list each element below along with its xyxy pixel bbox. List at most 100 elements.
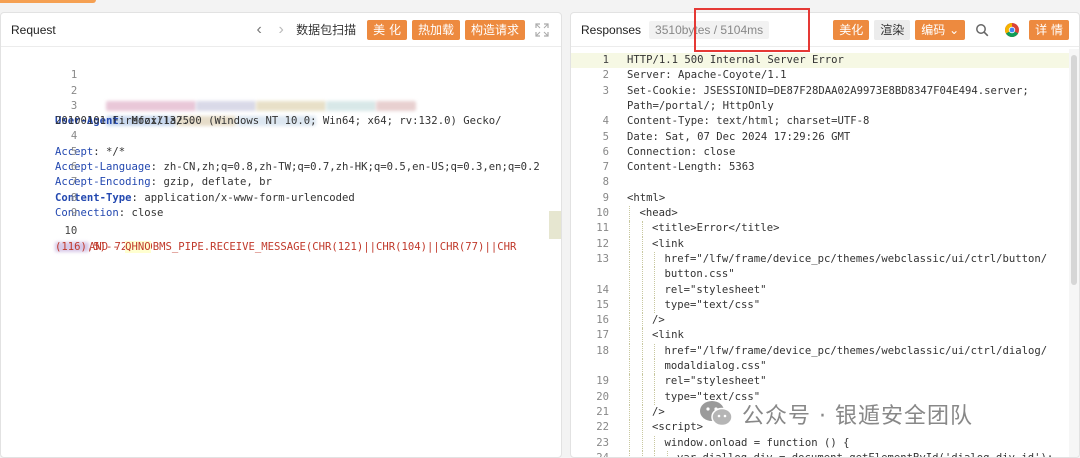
scrollbar-thumb[interactable] <box>1071 55 1077 285</box>
search-icon[interactable] <box>973 21 991 39</box>
response-line: modaldialog.css" <box>571 359 1079 375</box>
request-title: Request <box>11 22 56 37</box>
indent-guide <box>629 389 630 405</box>
line-number: 18 <box>596 344 609 357</box>
indent-guide <box>629 343 630 359</box>
response-text: href="/lfw/frame/device_pc/themes/webcla… <box>664 344 1048 357</box>
chrome-icon[interactable] <box>1003 21 1021 39</box>
render-button[interactable]: 渲染 <box>874 19 911 40</box>
request-line: 8 Connection: close <box>1 175 561 219</box>
indent-guide <box>641 389 643 405</box>
line-number: 22 <box>596 421 609 434</box>
response-text: HTTP/1.1 500 Internal Server Error <box>627 54 844 66</box>
response-header: Responses 3510bytes / 5104ms 美化 渲染 编码 ⌄ … <box>571 13 1079 47</box>
indent-guide <box>641 328 643 344</box>
line-number: 9 <box>602 191 609 204</box>
response-text: Server: Apache-Coyote/1.1 <box>627 69 787 82</box>
response-line: 5 Date: Sat, 07 Dec 2024 17:29:26 GMT <box>571 130 1079 145</box>
encoding-dropdown[interactable]: 编码 ⌄ <box>915 19 966 40</box>
response-line: 24 var diallog_div = document.getElementB… <box>571 450 1079 458</box>
line-number: 6 <box>602 145 609 158</box>
response-line: 3 Set-Cookie: JSESSIONID=DE87F28DAA02A997… <box>571 84 1079 99</box>
line-number: 12 <box>596 237 609 250</box>
indent-guide <box>654 374 655 390</box>
line-number: 3 <box>602 84 609 97</box>
indent-guide <box>641 297 643 314</box>
response-text: <link <box>652 329 684 342</box>
request-beautify-button[interactable]: 美 化 <box>367 19 407 40</box>
indent-guide <box>641 313 643 329</box>
indent-guide <box>654 450 655 457</box>
line-number: 17 <box>596 329 609 342</box>
line-number: 24 <box>596 451 609 458</box>
response-line: 1 HTTP/1.1 500 Internal Server Error <box>571 53 1079 69</box>
response-text: modaldialog.css" <box>664 360 767 372</box>
indent-guide <box>629 450 630 457</box>
hot-load-button[interactable]: 热加载 <box>411 19 460 40</box>
response-line: 10 <head> <box>571 206 1079 222</box>
response-line: 7 Content-Length: 5363 <box>571 160 1079 175</box>
response-line: 18 href="/lfw/frame/device_pc/themes/webc… <box>571 343 1079 359</box>
response-line: 8 <box>571 175 1079 190</box>
line-number: 2 <box>602 69 609 82</box>
response-text: button.css" <box>664 268 735 281</box>
indent-guide <box>629 359 630 375</box>
response-scrollbar[interactable] <box>1069 49 1079 457</box>
response-text: Connection: close <box>627 145 736 158</box>
line-number: 23 <box>596 436 609 449</box>
indent-guide <box>641 267 643 283</box>
request-line: 2 <box>1 68 561 127</box>
response-text: /> <box>652 314 665 327</box>
indent-guide <box>654 282 655 298</box>
indent-guide <box>654 251 655 268</box>
response-text: Date: Sat, 07 Dec 2024 17:29:26 GMT <box>627 130 851 143</box>
request-editor[interactable]: 1 2 3 User-Agent: Mozilla/5.0 (Windows N… <box>1 49 561 457</box>
request-line: 1 <box>1 53 561 111</box>
indent-guide <box>641 420 643 436</box>
request-line: 10 AND 7267=DBMS_PIPE.RECEIVE_MESSAGE(CH… <box>1 209 561 253</box>
response-editor[interactable]: 1 HTTP/1.1 500 Internal Server Error 2 Serv… <box>571 49 1079 457</box>
response-text: <head> <box>639 207 678 219</box>
expand-icon[interactable] <box>535 22 551 37</box>
request-line: 3 User-Agent: Mozilla/5.0 (Windows NT 10… <box>1 84 561 127</box>
request-line: 7 Content-Type: application/x-www-form-u… <box>1 160 561 203</box>
line-number: 5 <box>602 130 609 143</box>
indent-guide <box>641 404 643 421</box>
editor-scroll-marker <box>549 211 561 239</box>
indent-guide <box>641 282 643 298</box>
line-number: 16 <box>596 314 609 327</box>
line-number: 13 <box>596 252 609 265</box>
request-line: 4 Accept: */* <box>1 114 561 157</box>
response-text: /> <box>652 405 665 418</box>
indent-guide <box>654 267 655 283</box>
request-line: 6 Accept-Encoding: gzip, deflate, br <box>1 145 561 188</box>
response-line: 19 rel="stylesheet" <box>571 374 1079 390</box>
indent-guide <box>629 267 630 283</box>
line-number: 14 <box>596 283 609 296</box>
response-line: Path=/portal/; HttpOnly <box>571 99 1079 114</box>
response-text: Content-Type: text/html; charset=UTF-8 <box>627 115 870 128</box>
indent-guide <box>629 420 630 436</box>
response-text: Set-Cookie: JSESSIONID=DE87F28DAA02A9973… <box>627 84 1029 97</box>
payload-marker: QHNO <box>125 240 151 253</box>
back-arrow-icon[interactable]: ‹ <box>248 21 270 38</box>
response-title: Responses <box>581 22 642 37</box>
details-button[interactable]: 详 情 <box>1029 19 1069 40</box>
construct-request-button[interactable]: 构造请求 <box>464 19 525 40</box>
indent-guide <box>641 450 643 457</box>
indent-guide <box>654 297 655 314</box>
line-number: 1 <box>602 54 609 66</box>
indent-guide <box>629 313 630 329</box>
packet-scan-button[interactable]: 数据包扫描 <box>296 21 356 38</box>
request-line: 20100101 Firefox/132.0 <box>1 99 561 127</box>
response-beautify-button[interactable]: 美化 <box>833 19 870 40</box>
request-line: 5 Accept-Language: zh-CN,zh;q=0.8,zh-TW;… <box>1 130 561 173</box>
response-line: 9 <html> <box>571 191 1079 206</box>
indent-guide <box>629 221 630 237</box>
indent-guide <box>629 404 630 421</box>
response-text: Content-Length: 5363 <box>627 161 755 174</box>
request-line: 9 <box>1 191 561 219</box>
indent-guide <box>629 374 630 390</box>
forward-arrow-icon[interactable]: › <box>270 21 292 38</box>
line-number: 21 <box>596 405 609 418</box>
